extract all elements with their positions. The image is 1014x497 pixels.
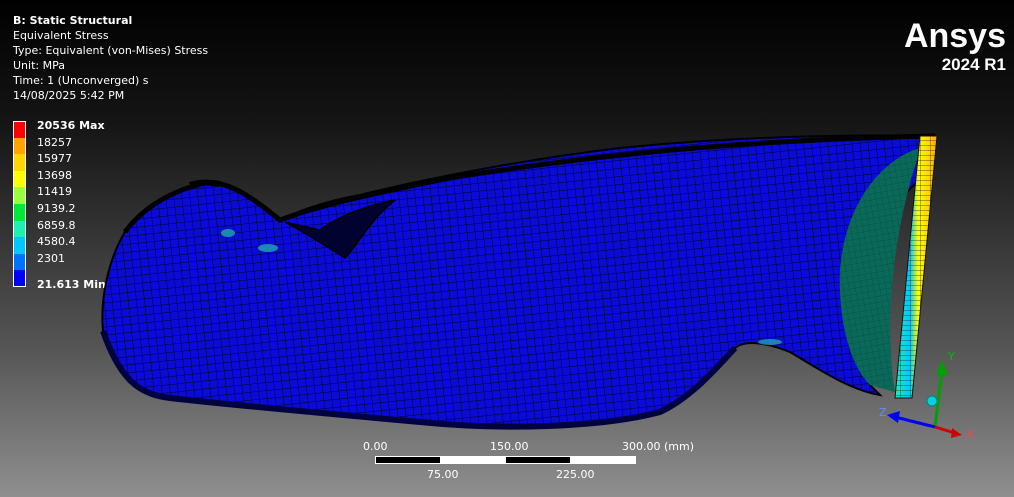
y-axis-label: Y bbox=[947, 350, 955, 363]
z-axis-label: Z bbox=[879, 406, 887, 419]
isometric-view-ball[interactable] bbox=[926, 395, 938, 407]
coordinate-triad[interactable]: Y Z X bbox=[860, 345, 980, 450]
z-axis-arrow bbox=[894, 415, 936, 429]
shell-body bbox=[100, 133, 937, 430]
x-axis-label: X bbox=[966, 428, 974, 441]
